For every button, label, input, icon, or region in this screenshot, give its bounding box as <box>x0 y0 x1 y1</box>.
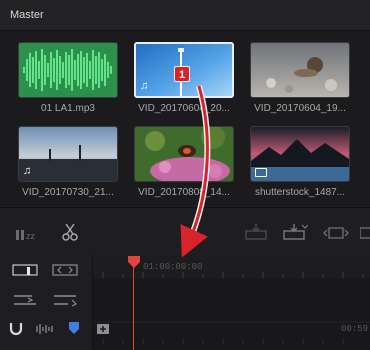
dynamic-trim-icon[interactable] <box>52 262 78 283</box>
insert-clip-icon[interactable] <box>244 222 268 247</box>
audio-note-icon: ♫ <box>140 80 149 92</box>
clip-name: VID_20170730_21... <box>22 187 114 198</box>
overwrite-clip-icon[interactable] <box>282 222 309 247</box>
place-on-top-icon[interactable] <box>359 222 370 247</box>
clip-thumbnail[interactable]: ♫ <box>18 126 118 182</box>
insert-edit-icon[interactable] <box>12 292 38 313</box>
clip-thumbnail[interactable] <box>134 126 234 182</box>
bin-title[interactable]: Master <box>10 9 44 21</box>
callout-badge: 1 <box>174 66 190 82</box>
replace-clip-icon[interactable] <box>322 222 350 247</box>
timeline-tracks[interactable] <box>93 278 370 350</box>
trim-mode-icon[interactable] <box>12 262 38 283</box>
edit-toolbar: zz <box>0 207 370 255</box>
timeline-panel: 01:00:00:00 <box>0 254 370 350</box>
clip-name: shutterstock_1487... <box>254 187 346 198</box>
scissors-icon[interactable] <box>60 222 80 247</box>
snapping-icon[interactable] <box>8 320 24 341</box>
clip-name: VID_20170604_20... <box>138 103 230 114</box>
end-timecode: 00:59 <box>340 324 368 334</box>
marker-icon[interactable] <box>68 321 80 340</box>
video-clip-icon <box>255 168 267 177</box>
video-thumbnail-image <box>19 127 117 181</box>
audio-note-icon: ♫ <box>23 165 32 177</box>
sleep-mode-icon[interactable]: zz <box>14 222 44 247</box>
playhead-line <box>133 262 134 350</box>
media-pool-header: Master <box>0 0 370 31</box>
app-window: Master 01 LA1.mp3 ♫ VID_20170604_20... V… <box>0 0 370 350</box>
clip-name: VID_20170604_19... <box>254 103 346 114</box>
video-thumbnail-image <box>135 127 233 181</box>
media-pool: 01 LA1.mp3 ♫ VID_20170604_20... VID_2017… <box>0 31 370 206</box>
svg-text:zz: zz <box>26 231 36 241</box>
ruler-timecode: 01:00:00:00 <box>143 262 203 272</box>
clip-thumbnail[interactable] <box>18 42 118 98</box>
clip-name: 01 LA1.mp3 <box>41 103 95 114</box>
audio-waveform-icon <box>19 43 117 97</box>
clip-thumbnail[interactable] <box>250 42 350 98</box>
clip-name: VID_20170808_14... <box>138 187 230 198</box>
audio-scrub-icon[interactable] <box>36 322 54 340</box>
add-track-icon[interactable] <box>96 322 110 340</box>
video-thumbnail-image <box>251 43 349 97</box>
clip-thumbnail[interactable] <box>250 126 350 182</box>
append-edit-icon[interactable] <box>52 292 78 313</box>
